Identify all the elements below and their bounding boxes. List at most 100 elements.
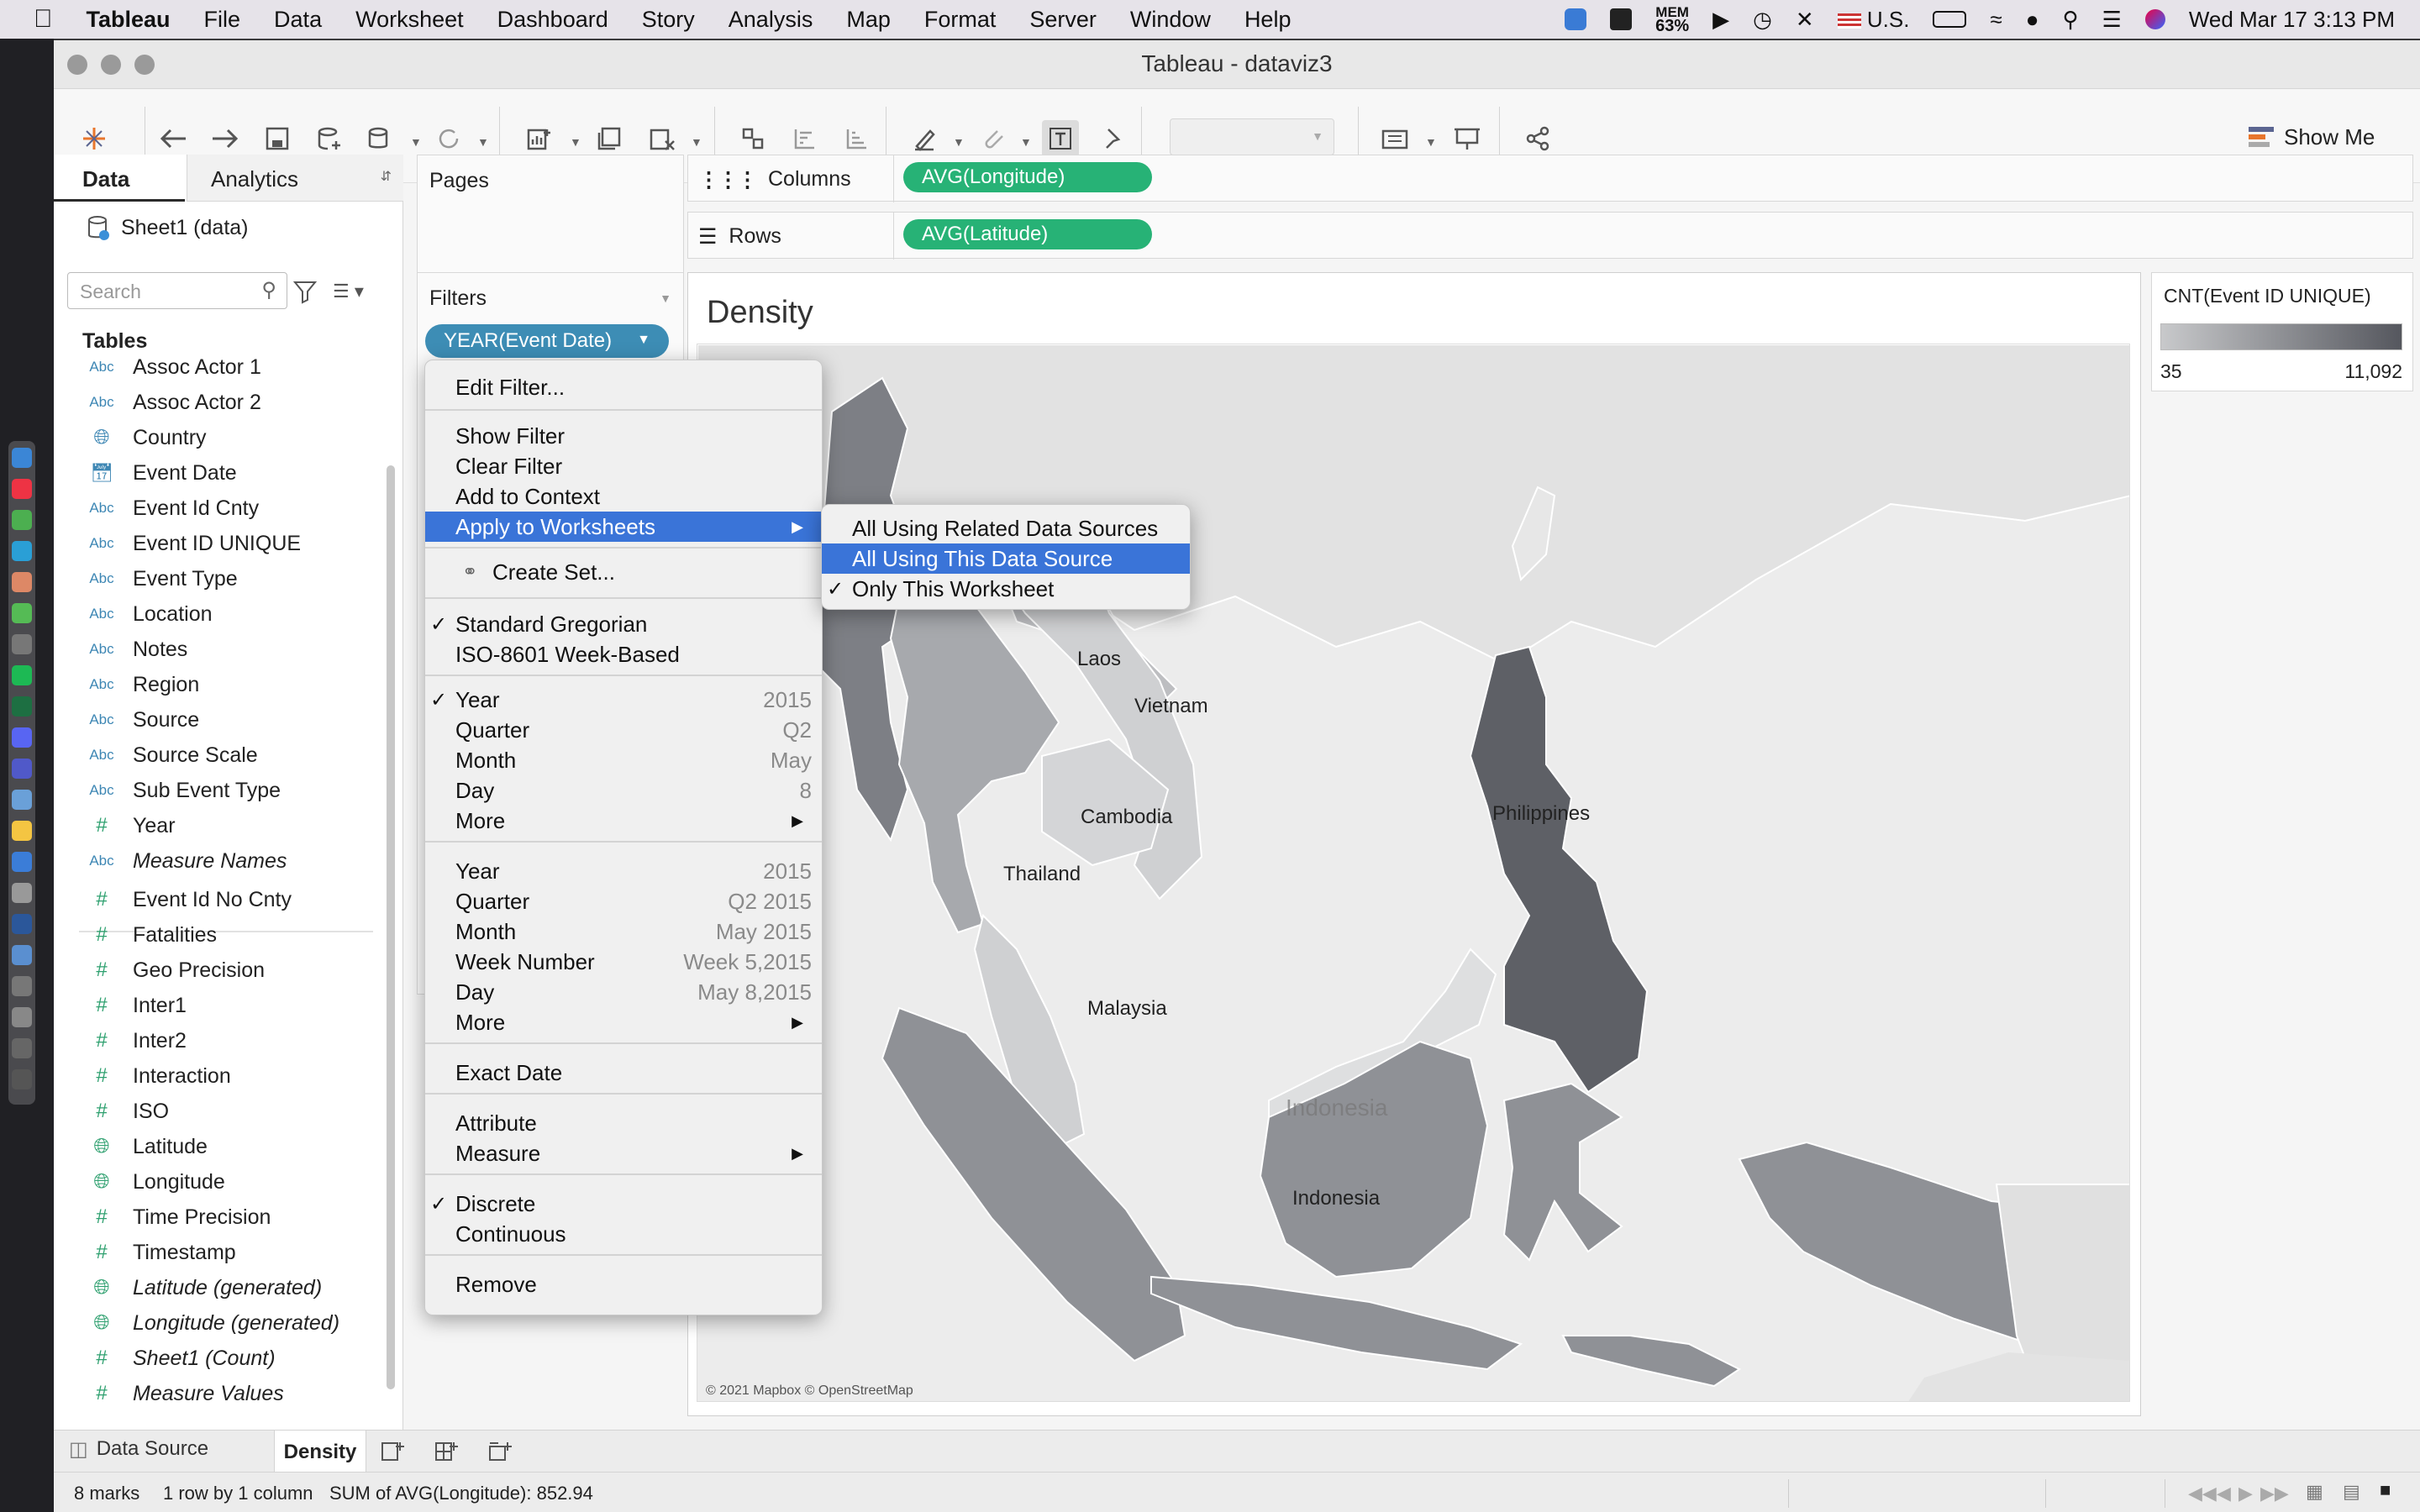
new-story-tab-icon[interactable] (487, 1439, 513, 1464)
field-interaction[interactable]: # Interaction (79, 1058, 230, 1094)
dock-app-icon[interactable] (12, 914, 32, 934)
apple-icon[interactable]:  (0, 5, 70, 34)
color-legend[interactable]: CNT(Event ID UNIQUE) 35 11,092 (2151, 272, 2413, 391)
battery-icon[interactable] (1933, 11, 1967, 28)
dock-app-icon[interactable] (12, 976, 32, 996)
datasource-item[interactable]: Sheet1 (data) (87, 215, 249, 240)
menu-date-value-week[interactable]: Week Number Week 5,2015 (425, 947, 822, 977)
menu-app-name[interactable]: Tableau (70, 7, 187, 33)
show-mark-labels-icon[interactable] (1042, 120, 1079, 157)
present-icon[interactable] (1449, 120, 1486, 157)
rows-pill-avg-latitude[interactable]: AVG(Latitude) (903, 219, 1152, 249)
new-worksheet-icon[interactable] (521, 120, 558, 157)
field-country[interactable]: 🌐︎ Country (79, 420, 206, 455)
rows-shelf[interactable]: ☰ Rows AVG(Latitude) (687, 212, 2413, 260)
menu-dashboard[interactable]: Dashboard (481, 7, 625, 33)
menu-remove[interactable]: Remove (425, 1269, 822, 1299)
menu-iso-week[interactable]: ISO-8601 Week-Based (425, 639, 822, 669)
menu-attribute[interactable]: Attribute (425, 1108, 822, 1138)
field-source[interactable]: Abc Source (79, 702, 199, 738)
menu-create-set[interactable]: ⚭ Create Set... (425, 557, 822, 587)
field-timestamp[interactable]: # Timestamp (79, 1235, 235, 1270)
menu-date-value-more[interactable]: More ▶ (425, 1007, 822, 1037)
tab-sheet-density[interactable]: Density (274, 1431, 366, 1473)
dock-app-icon[interactable] (12, 759, 32, 779)
dock-app-icon[interactable] (12, 727, 32, 748)
field-event-id-no-cnty[interactable]: # Event Id No Cnty (79, 882, 292, 917)
menu-file[interactable]: File (187, 7, 258, 33)
menu-continuous[interactable]: Continuous (425, 1219, 822, 1249)
field-event-id-unique[interactable]: Abc Event ID UNIQUE (79, 526, 301, 561)
field-year[interactable]: # Year (79, 808, 175, 843)
menu-date-value-year[interactable]: Year 2015 (425, 856, 822, 886)
field-geo-precision[interactable]: # Geo Precision (79, 953, 265, 988)
play-icon[interactable]: ▶ (1712, 7, 1729, 33)
pause-updates-icon[interactable] (361, 120, 398, 157)
clear-sheet-icon[interactable] (644, 120, 681, 157)
menu-date-part-year[interactable]: ✓ Year 2015 (425, 685, 822, 715)
dock-app-icon[interactable] (12, 603, 32, 623)
field-longitude-generated[interactable]: 🌐︎ Longitude (generated) (79, 1305, 339, 1341)
first-sheet-icon[interactable]: ◀◀ (2188, 1483, 2217, 1504)
menu-show-filter[interactable]: Show Filter (425, 421, 822, 451)
data-pane-scrollbar[interactable] (387, 465, 395, 1389)
menu-measure[interactable]: Measure ▶ (425, 1138, 822, 1168)
submenu-all-this-source[interactable]: All Using This Data Source (822, 543, 1190, 574)
tableau-logo-icon[interactable] (76, 120, 113, 157)
menu-apply-to-worksheets[interactable]: Apply to Worksheets ▶ (425, 512, 822, 542)
last-sheet-icon[interactable]: ▶▶ (2260, 1483, 2289, 1504)
filter-pill-year-event-date[interactable]: YEAR(Event Date) ▼ (425, 324, 669, 358)
siri-icon[interactable] (2144, 9, 2165, 29)
menu-data[interactable]: Data (257, 7, 339, 33)
redo-icon[interactable] (207, 120, 244, 157)
field-assoc-actor-1[interactable]: Abc Assoc Actor 1 (79, 349, 261, 385)
field-longitude[interactable]: 🌐︎ Longitude (79, 1164, 224, 1200)
show-me-button[interactable]: Show Me (2249, 117, 2375, 157)
dock-app-icon[interactable] (12, 448, 32, 468)
field-sheet1-count[interactable]: # Sheet1 (Count) (79, 1341, 275, 1376)
field-search-input[interactable]: Search ⚲ (67, 272, 287, 309)
menu-help[interactable]: Help (1228, 7, 1308, 33)
dock-app-icon[interactable] (12, 1038, 32, 1058)
menu-date-part-quarter[interactable]: Quarter Q2 (425, 715, 822, 745)
submenu-all-related-sources[interactable]: All Using Related Data Sources (822, 513, 1190, 543)
tabs-view-icon[interactable]: ■ (2380, 1479, 2391, 1501)
field-iso[interactable]: # ISO (79, 1094, 169, 1129)
time-machine-icon[interactable]: ◷ (1753, 7, 1772, 33)
field-sub-event-type[interactable]: Abc Sub Event Type (79, 773, 281, 808)
columns-shelf[interactable]: ⋮⋮⋮ Columns AVG(Longitude) (687, 155, 2413, 202)
dock-app-icon[interactable] (12, 510, 32, 530)
dock-app-icon[interactable] (12, 945, 32, 965)
presentation-mode-icon[interactable] (1380, 120, 1417, 157)
field-event-date[interactable]: 📅︎ Event Date (79, 455, 237, 491)
menu-worksheet[interactable]: Worksheet (339, 7, 481, 33)
menu-discrete[interactable]: ✓ Discrete (425, 1189, 822, 1219)
tab-data[interactable]: Data (54, 155, 185, 202)
undo-icon[interactable] (155, 120, 192, 157)
dock-app-icon[interactable] (12, 541, 32, 561)
field-measure-names[interactable]: Abc Measure Names (79, 843, 287, 879)
view-options-icon[interactable]: ☰ ▾ (333, 281, 364, 302)
save-icon[interactable] (259, 120, 296, 157)
menu-analysis[interactable]: Analysis (712, 7, 830, 33)
menu-date-part-more[interactable]: More ▶ (425, 806, 822, 836)
dock-app-icon[interactable] (12, 821, 32, 841)
field-event-type[interactable]: Abc Event Type (79, 561, 237, 596)
filter-fields-icon[interactable] (292, 279, 318, 304)
user-icon[interactable]: ● (2026, 7, 2039, 33)
share-icon[interactable] (1519, 120, 1556, 157)
sort-ascending-icon[interactable] (786, 120, 823, 157)
fit-dropdown[interactable]: ▼ (1170, 118, 1334, 155)
drive-icon[interactable] (1610, 8, 1633, 30)
field-inter2[interactable]: # Inter2 (79, 1023, 187, 1058)
dock-app-icon[interactable] (12, 665, 32, 685)
group-members-icon[interactable] (975, 120, 1012, 157)
dock-app-icon[interactable] (12, 479, 32, 499)
new-dashboard-tab-icon[interactable] (434, 1439, 459, 1464)
password-icon[interactable] (1565, 8, 1587, 30)
dock-app-icon[interactable] (12, 883, 32, 903)
menu-date-value-day[interactable]: Day May 8,2015 (425, 977, 822, 1007)
menu-edit-filter[interactable]: Edit Filter... (425, 372, 822, 402)
field-latitude-generated[interactable]: 🌐︎ Latitude (generated) (79, 1270, 322, 1305)
density-map[interactable]: Laos Vietnam Cambodia Thailand Philippin… (697, 344, 2130, 1402)
